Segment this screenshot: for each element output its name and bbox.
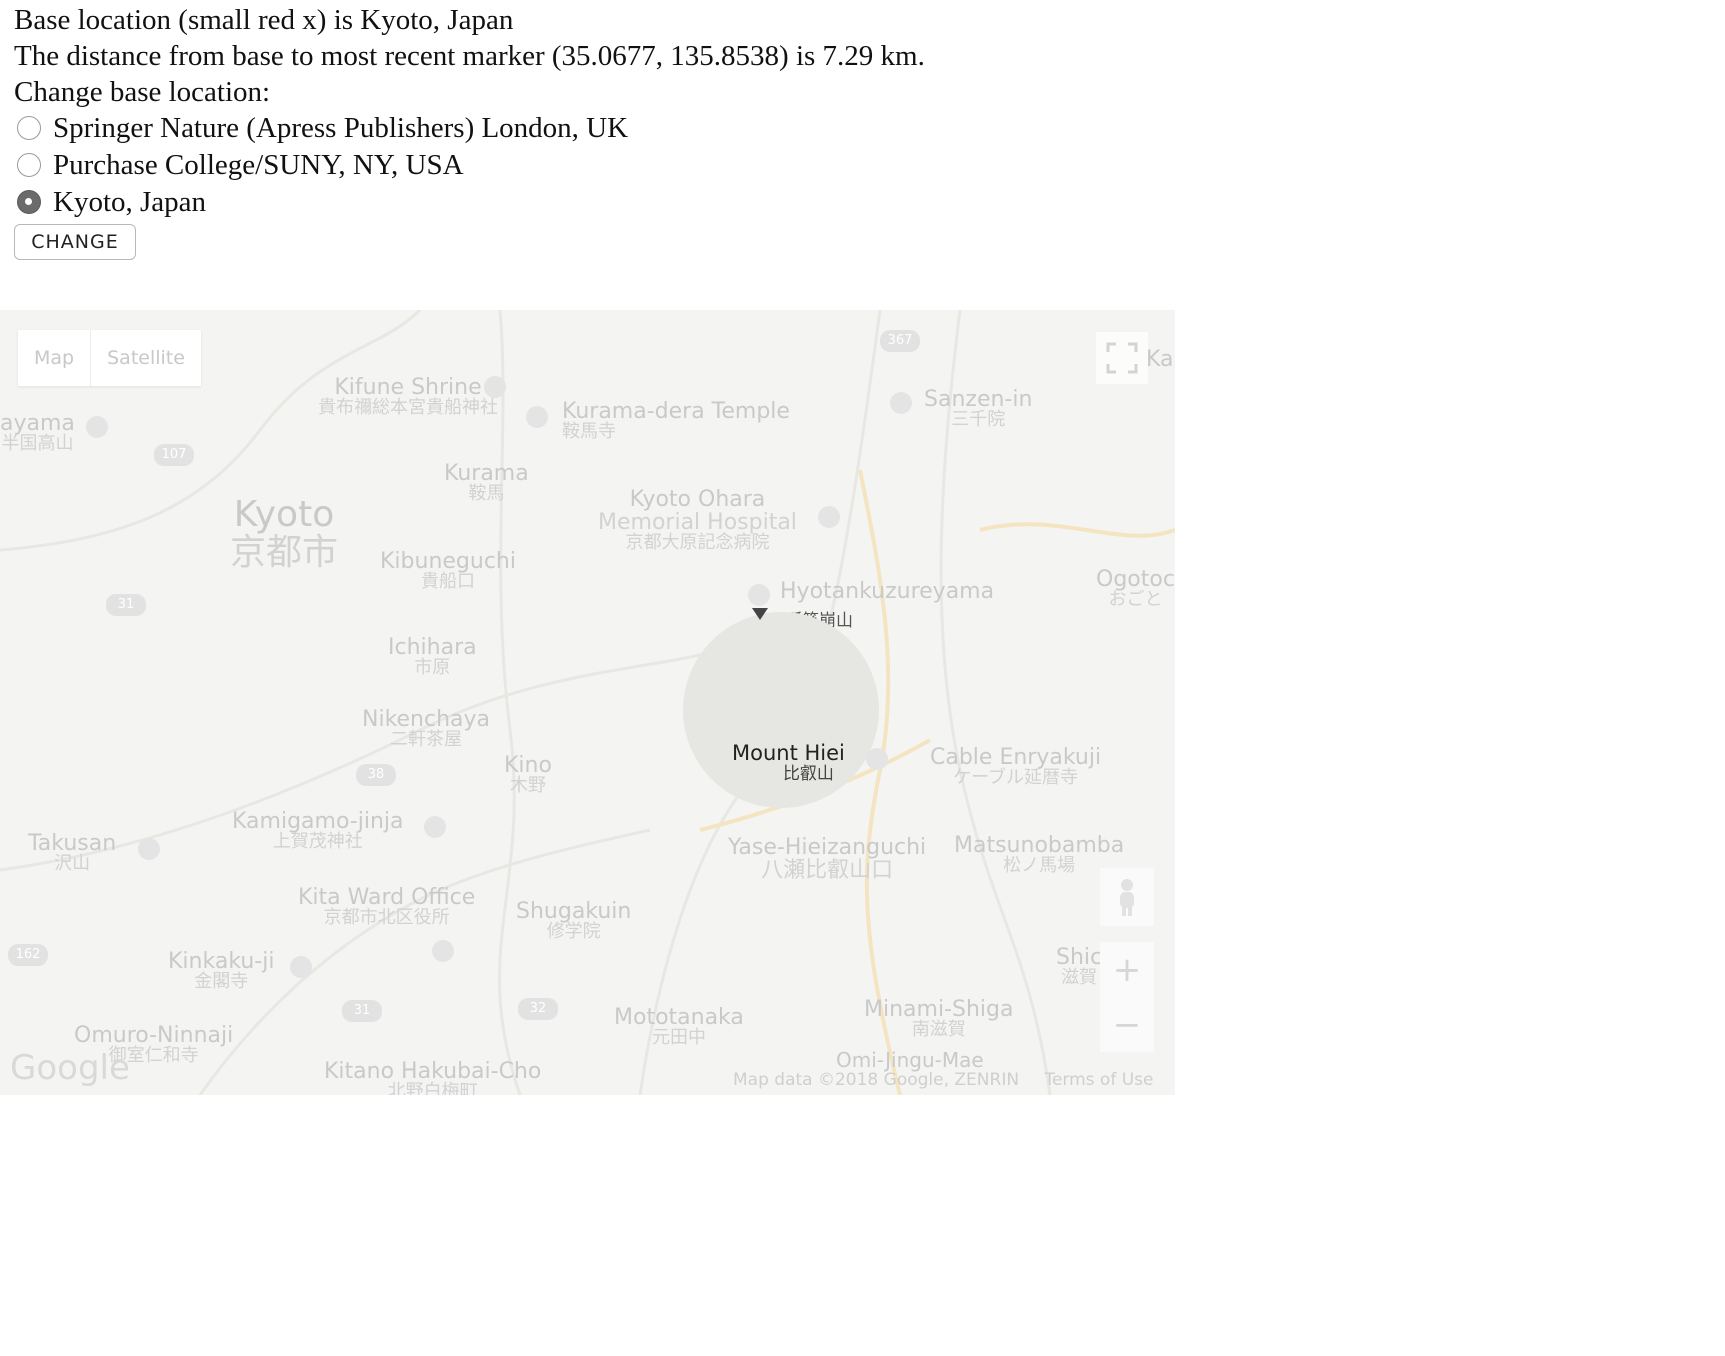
map-label-kitano: Kitano Hakubai-Cho 北野白梅町 [324,1059,542,1095]
option-london[interactable]: Springer Nature (Apress Publishers) Lond… [14,110,628,146]
route-shield: 38 [356,764,396,786]
map-label-takusan: Takusan 沢山 [28,831,117,875]
map-label-shugakuin: Shugakuin 修学院 [516,899,632,943]
shrine-poi-icon [484,376,506,398]
map-type-control: Map Satellite [18,330,201,386]
map-label-kyoto: Kyoto 京都市 [230,494,339,573]
distance-text: The distance from base to most recent ma… [14,40,925,72]
map-label-ogoto: Ogotoc おごと [1096,567,1175,611]
temple-poi-icon [290,956,312,978]
map-type-map-button[interactable]: Map [18,330,90,386]
map-label-ka: Ka [1146,347,1174,372]
shrine-poi-icon [424,816,446,838]
map-label-shiga: Shic 滋賀 [1056,945,1103,989]
map-label-omi: Omi-Jingu-Mae [836,1048,984,1072]
map-label-ayama: ayama 半国高山 [0,411,75,455]
map-canvas[interactable]: Map Satellite Kifune Shrine 貴布禰総本宮貴船神社 Ku… [0,310,1175,1095]
street-view-pegman-button[interactable] [1100,868,1154,926]
station-poi-icon [866,748,888,770]
map-label-kita: Kita Ward Office 京都市北区役所 [298,885,476,929]
map-label-mototanaka: Mototanaka 元田中 [614,1005,744,1049]
route-shield: 162 [8,944,48,966]
fullscreen-button[interactable] [1096,332,1148,384]
map-label-ohara: Kyoto Ohara Memorial Hospital 京都大原記念病院 [598,487,797,554]
option-kyoto-label: Kyoto, Japan [53,185,207,218]
map-label-kino: Kino 木野 [504,753,552,797]
option-london-label: Springer Nature (Apress Publishers) Lond… [53,111,629,144]
map-type-satellite-button[interactable]: Satellite [91,330,201,386]
route-shield: 367 [880,330,920,352]
temple-poi-icon [890,392,912,414]
mountain-poi-icon [86,416,108,438]
option-purchase-label: Purchase College/SUNY, NY, USA [53,148,464,181]
map-label-hyotan: Hyotankuzureyama [780,579,995,604]
office-poi-icon [432,940,454,962]
map-label-kamigamo: Kamigamo-jinja 上賀茂神社 [232,809,404,853]
radio-kyoto[interactable] [17,190,41,214]
fullscreen-icon [1106,342,1138,374]
zoom-in-button[interactable]: + [1100,942,1154,997]
hospital-poi-icon [818,506,840,528]
map-label-kibuneguchi: Kibuneguchi 貴船口 [380,549,516,593]
map-data-attribution: Map data ©2018 Google, ZENRIN [733,1070,1020,1090]
route-shield: 107 [154,444,194,466]
map-label-sanzen: Sanzen-in 三千院 [924,387,1033,431]
google-logo: Google [10,1048,130,1088]
pegman-icon [1120,879,1134,916]
map-label-minami: Minami-Shiga 南滋賀 [864,997,1014,1041]
zoom-out-button[interactable]: − [1100,997,1154,1052]
map-label-cable: Cable Enryakuji ケーブル延暦寺 [930,745,1102,789]
temple-poi-icon [526,406,548,428]
map-label-nikenchaya: Nikenchaya 二軒茶屋 [362,707,491,751]
terms-of-use-link[interactable]: Terms of Use [1044,1070,1153,1090]
mountain-poi-icon [748,584,770,606]
map-label-ichihara: Ichihara 市原 [388,635,477,679]
change-base-prompt: Change base location: [14,76,271,108]
route-shield: 31 [106,594,146,616]
mountain-poi-icon [138,838,160,860]
map-label-kinkaku: Kinkaku-ji 金閣寺 [168,949,275,993]
map-footer: Map data ©2018 Google, ZENRIN Terms of U… [733,1070,1173,1090]
map-label-kurama: Kurama 鞍馬 [444,461,529,505]
map-label-kurama-dera: Kurama-dera Temple 鞍馬寺 [562,399,790,443]
marker-pin-icon [752,608,768,620]
map-label-kifune: Kifune Shrine 貴布禰総本宮貴船神社 [318,375,498,419]
route-shield: 31 [342,1000,382,1022]
radio-london[interactable] [17,116,41,140]
base-location-text: Base location (small red x) is Kyoto, Ja… [14,4,514,36]
option-purchase[interactable]: Purchase College/SUNY, NY, USA [14,147,464,183]
map-label-yase: Yase-Hieizanguchi 八瀬比叡山口 [728,835,927,884]
route-shield: 32 [518,998,558,1020]
option-kyoto[interactable]: Kyoto, Japan [14,184,206,220]
change-button[interactable]: CHANGE [14,224,136,260]
map-label-mount-hiei: Mount Hiei 比叡山 [732,741,845,785]
radio-purchase[interactable] [17,153,41,177]
map-label-matsunobamba: Matsunobamba 松ノ馬場 [954,833,1125,877]
zoom-control: + − [1100,942,1154,1052]
